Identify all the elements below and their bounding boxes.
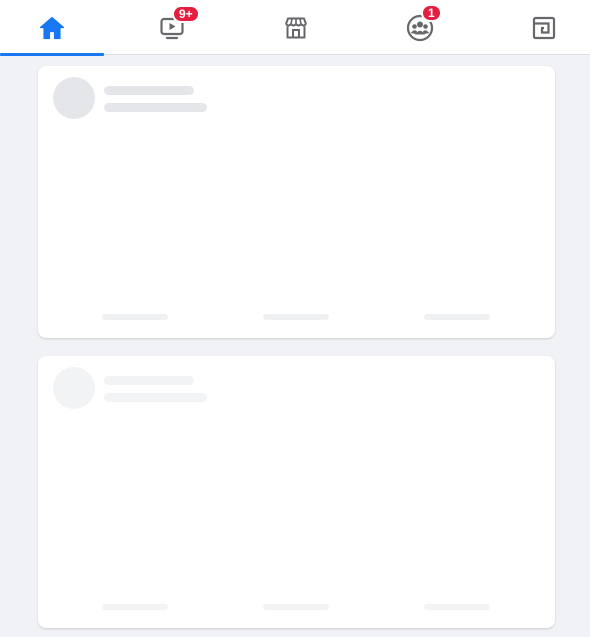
groups-icon: 1 — [406, 3, 442, 42]
watch-notification-badge: 9+ — [172, 4, 200, 23]
feed-post-placeholder — [38, 356, 555, 628]
feed-post-placeholder — [38, 66, 555, 338]
share-action-placeholder — [424, 314, 490, 320]
tab-watch[interactable]: 9+ — [120, 0, 224, 55]
groups-notification-badge: 1 — [421, 3, 442, 22]
active-tab-indicator — [0, 53, 104, 56]
like-action-placeholder — [102, 604, 168, 610]
comment-action-placeholder — [263, 604, 329, 610]
top-navigation-bar: 9+ 1 — [0, 0, 590, 56]
tab-groups[interactable]: 1 — [368, 0, 472, 55]
share-action-placeholder — [424, 604, 490, 610]
tab-marketplace[interactable] — [244, 0, 348, 55]
video-icon: 9+ — [158, 4, 200, 42]
gaming-icon — [530, 14, 558, 42]
comment-action-placeholder — [263, 314, 329, 320]
marketplace-icon — [282, 14, 310, 42]
avatar-placeholder — [53, 367, 95, 409]
home-icon — [38, 14, 66, 42]
avatar-placeholder — [53, 77, 95, 119]
author-name-placeholder — [104, 376, 194, 385]
tab-gaming[interactable] — [492, 0, 590, 55]
author-name-placeholder — [104, 86, 194, 95]
tab-home[interactable] — [0, 0, 104, 56]
timestamp-placeholder — [104, 393, 207, 402]
timestamp-placeholder — [104, 103, 207, 112]
like-action-placeholder — [102, 314, 168, 320]
